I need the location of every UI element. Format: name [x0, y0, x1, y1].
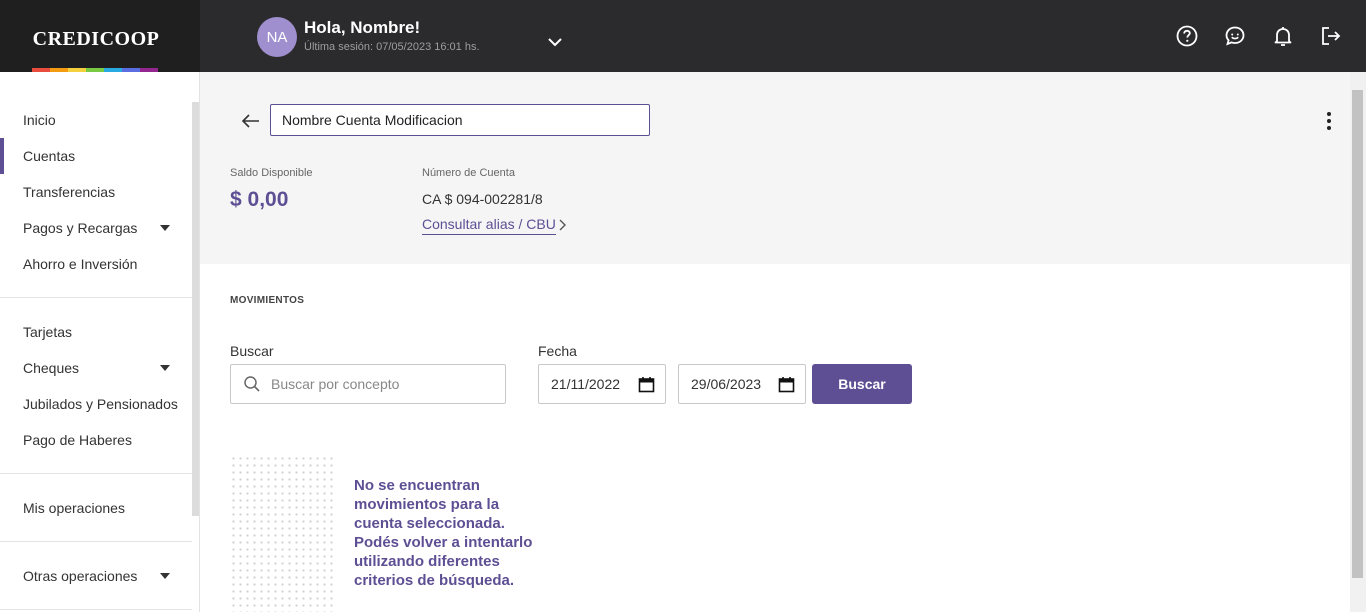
alias-cbu-link[interactable]: Consultar alias / CBU [422, 216, 556, 235]
sidebar-item-cuentas[interactable]: Cuentas [0, 138, 192, 174]
main-scrollbar-thumb[interactable] [1352, 90, 1363, 578]
chevron-down-icon[interactable] [545, 32, 565, 52]
sidebar-item-label: Pagos y Recargas [23, 220, 138, 236]
sidebar: Inicio Cuentas Transferencias Pagos y Re… [0, 72, 200, 612]
sidebar-item-mis-operaciones[interactable]: Mis operaciones [0, 490, 192, 526]
last-session-text: Última sesión: 07/05/2023 16:01 hs. [304, 41, 480, 53]
calendar-icon[interactable] [638, 376, 655, 393]
calendar-icon[interactable] [778, 376, 795, 393]
search-label: Buscar [230, 343, 274, 359]
avatar[interactable]: NA [257, 17, 297, 57]
sidebar-divider [0, 297, 192, 298]
account-number: CA $ 094-002281/8 [422, 191, 543, 207]
account-name-input[interactable] [270, 104, 650, 136]
sidebar-item-jubilados[interactable]: Jubilados y Pensionados [0, 386, 192, 422]
sidebar-item-pago-haberes[interactable]: Pago de Haberes [0, 422, 192, 458]
search-input[interactable] [271, 365, 501, 403]
main-content: Saldo Disponible $ 0,00 Número de Cuenta… [200, 72, 1350, 612]
logo-text: CREDICOOP [32, 28, 160, 50]
sidebar-item-otras-operaciones[interactable]: Otras operaciones [0, 558, 192, 594]
logo[interactable]: CREDICOOP [0, 0, 200, 72]
empty-results-message: No se encuentran movimientos para la cue… [354, 477, 533, 589]
logout-icon[interactable] [1319, 24, 1343, 48]
search-button[interactable]: Buscar [812, 364, 912, 404]
dotted-pattern-decoration [230, 455, 336, 612]
caret-down-icon [160, 225, 170, 231]
date-from-value: 21/11/2022 [551, 376, 621, 392]
sidebar-divider [0, 609, 192, 610]
sidebar-item-ahorro-inversion[interactable]: Ahorro e Inversión [0, 246, 192, 282]
more-options-icon[interactable] [1322, 110, 1336, 132]
date-label: Fecha [538, 343, 577, 359]
balance-label: Saldo Disponible [230, 167, 313, 179]
balance-value: $ 0,00 [230, 188, 289, 211]
caret-down-icon [160, 365, 170, 371]
date-to-value: 29/06/2023 [691, 376, 762, 392]
sidebar-scrollbar[interactable] [192, 102, 199, 516]
top-bar: CREDICOOP NA Hola, Nombre! Última sesión… [0, 0, 1366, 72]
movements-title: MOVIMIENTOS [230, 295, 305, 306]
sidebar-item-cheques[interactable]: Cheques [0, 350, 192, 386]
bell-icon[interactable] [1271, 24, 1295, 48]
account-header: Saldo Disponible $ 0,00 Número de Cuenta… [200, 72, 1350, 264]
date-from-field[interactable]: 21/11/2022 [538, 364, 666, 404]
back-arrow-icon[interactable] [240, 110, 262, 132]
sidebar-item-tarjetas[interactable]: Tarjetas [0, 314, 192, 350]
account-number-label: Número de Cuenta [422, 167, 515, 179]
sidebar-item-inicio[interactable]: Inicio [0, 102, 192, 138]
sidebar-divider [0, 541, 192, 542]
help-icon[interactable] [1175, 24, 1199, 48]
sidebar-item-label: Otras operaciones [23, 568, 138, 584]
chevron-right-icon[interactable] [556, 218, 568, 232]
search-field[interactable] [230, 364, 506, 404]
sidebar-item-pagos-recargas[interactable]: Pagos y Recargas [0, 210, 192, 246]
chat-icon[interactable] [1223, 24, 1247, 48]
sidebar-item-label: Cheques [23, 360, 80, 376]
date-to-field[interactable]: 29/06/2023 [678, 364, 806, 404]
caret-down-icon [160, 573, 170, 579]
sidebar-divider [0, 473, 192, 474]
search-icon [244, 376, 260, 392]
user-greeting: Hola, Nombre! [304, 18, 421, 37]
sidebar-item-transferencias[interactable]: Transferencias [0, 174, 192, 210]
